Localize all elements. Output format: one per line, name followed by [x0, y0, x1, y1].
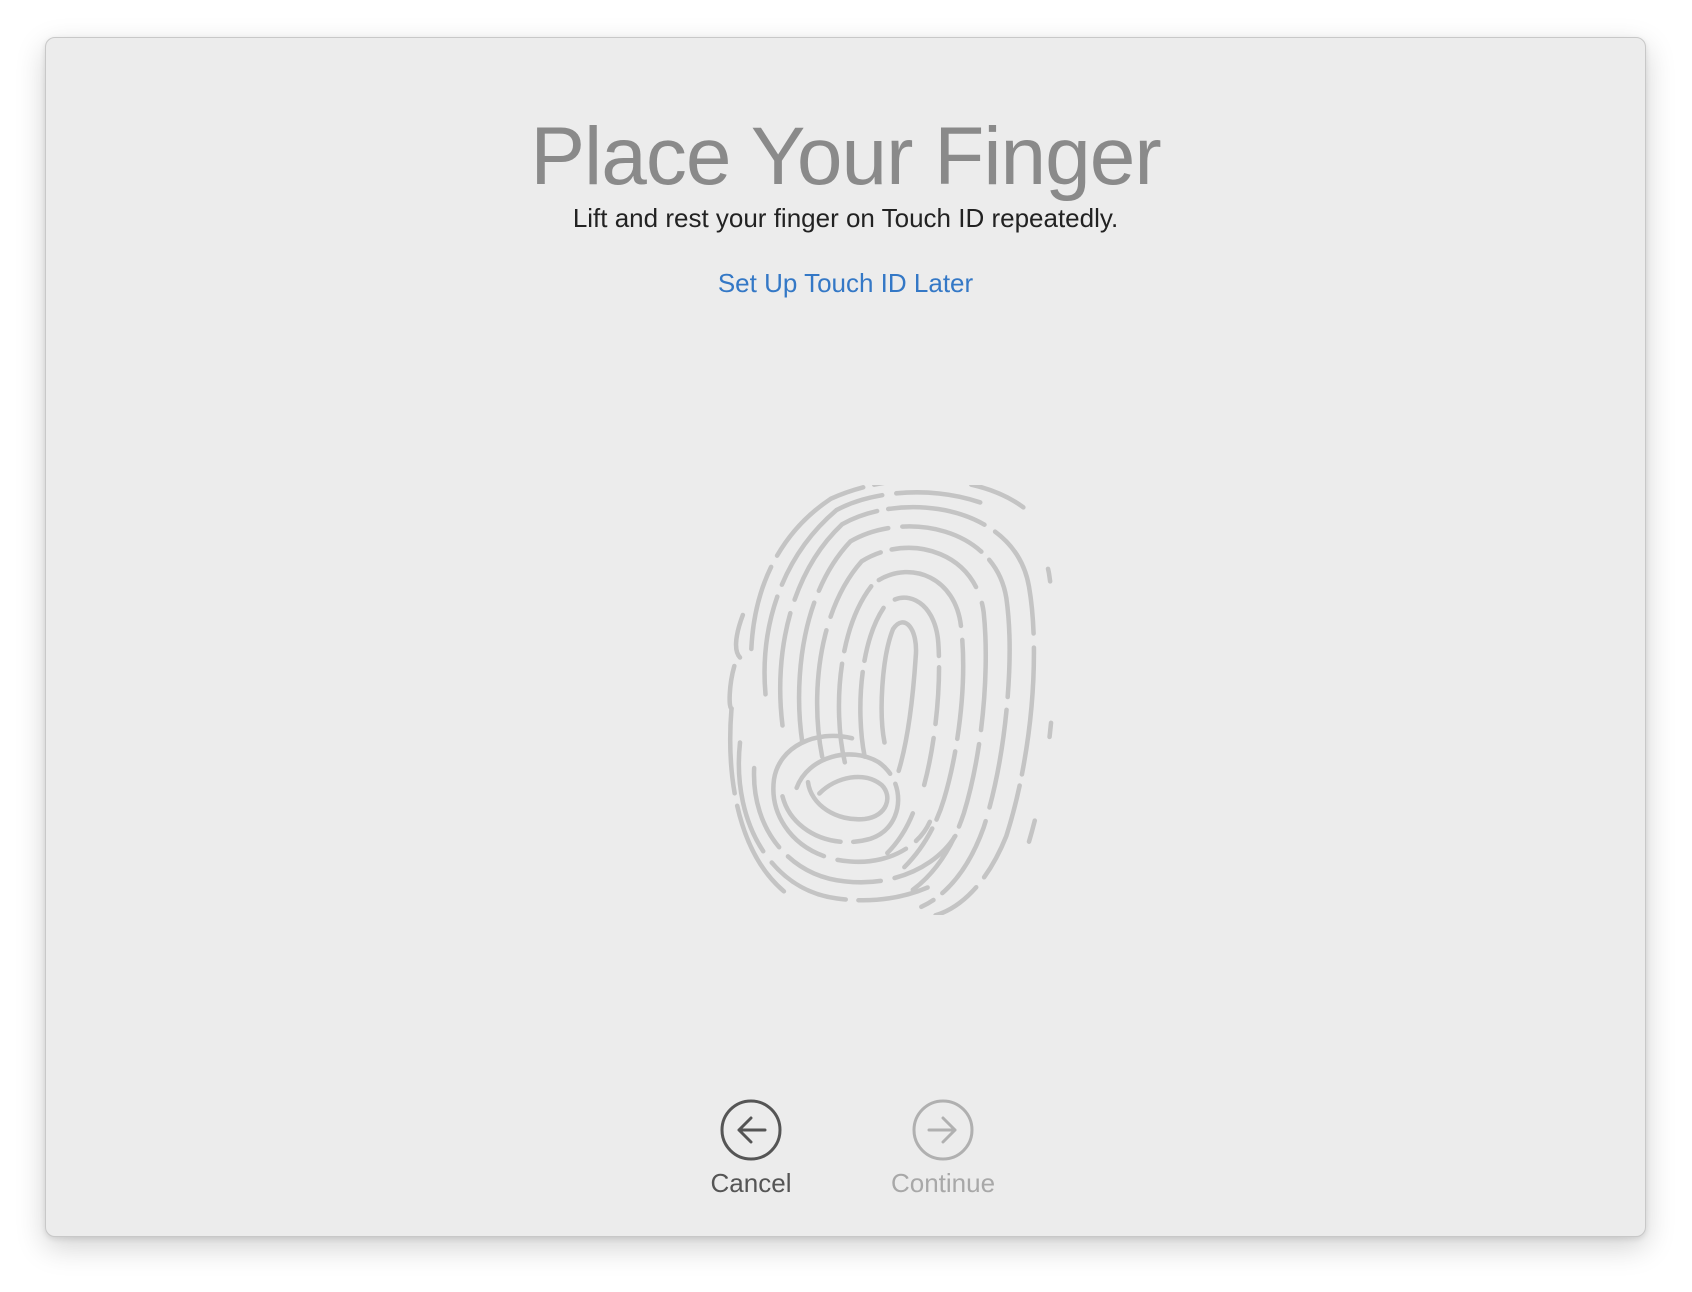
instruction-text: Lift and rest your finger on Touch ID re…: [572, 203, 1119, 233]
cancel-button[interactable]: Cancel: [676, 1098, 826, 1199]
page-title: Place Your Finger: [530, 111, 1161, 202]
cancel-label: Cancel: [710, 1168, 792, 1198]
arrow-right-circle-icon: [912, 1099, 974, 1161]
continue-label: Continue: [890, 1168, 996, 1198]
arrow-left-circle-icon: [720, 1099, 782, 1161]
fingerprint-icon: [723, 477, 1063, 918]
set-up-later-link[interactable]: Set Up Touch ID Later: [46, 268, 1645, 299]
touch-id-setup-window: Place Your Finger Lift and rest your fin…: [45, 37, 1646, 1237]
continue-button[interactable]: Continue: [868, 1098, 1018, 1199]
